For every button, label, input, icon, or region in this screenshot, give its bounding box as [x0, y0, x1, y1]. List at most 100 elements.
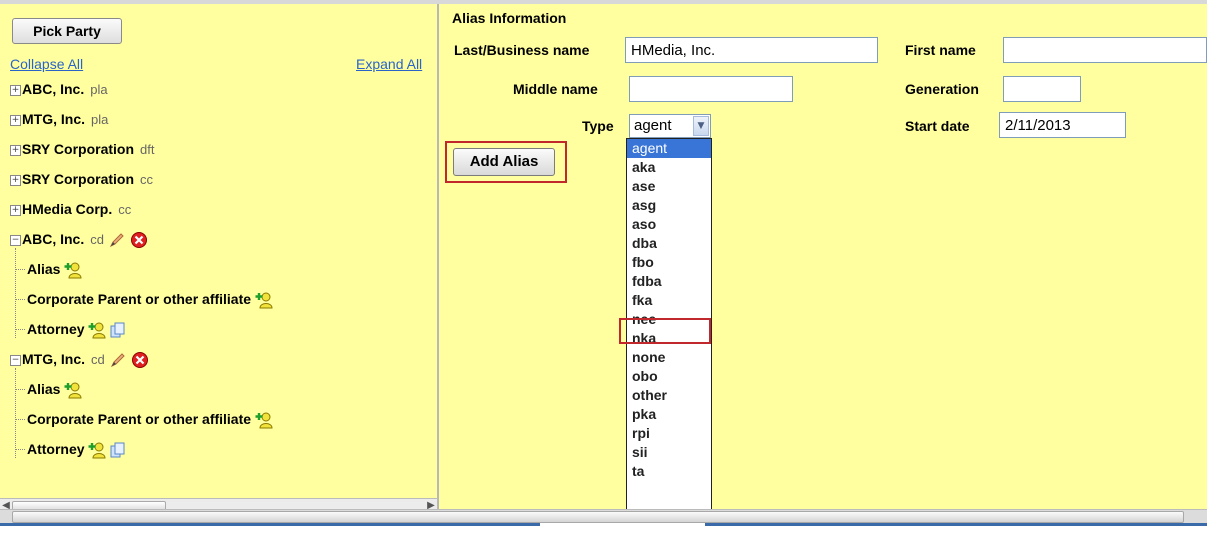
child-label: Corporate Parent or other affiliate [27, 291, 252, 307]
copy-icon[interactable] [110, 322, 126, 338]
party-role: dft [140, 142, 155, 157]
type-select[interactable]: agent ▼ [629, 114, 711, 138]
add-person-icon[interactable] [64, 381, 82, 399]
generation-input[interactable] [1003, 76, 1081, 102]
party-row[interactable]: + MTG, Inc. pla [10, 108, 108, 130]
party-name: SRY Corporation [22, 171, 135, 187]
collapse-icon[interactable]: − [10, 354, 21, 366]
add-person-icon[interactable] [88, 441, 106, 459]
type-option[interactable]: fka [627, 291, 711, 310]
type-option[interactable]: aka [627, 158, 711, 177]
add-person-icon[interactable] [255, 291, 273, 309]
bottom-bar-segment [705, 523, 1207, 526]
copy-icon[interactable] [110, 442, 126, 458]
pencil-icon[interactable] [108, 231, 126, 249]
scrollbar-thumb[interactable] [12, 511, 1184, 523]
party-row[interactable]: + ABC, Inc. pla [10, 78, 108, 100]
add-alias-button[interactable]: Add Alias [453, 148, 555, 176]
type-option[interactable]: ta [627, 462, 711, 481]
tree-connector [15, 368, 16, 458]
child-label: Attorney [27, 321, 85, 337]
add-person-icon[interactable] [88, 321, 106, 339]
type-option[interactable]: aso [627, 215, 711, 234]
alias-information-heading: Alias Information [452, 10, 567, 26]
child-label: Alias [27, 261, 61, 277]
party-row-expanded[interactable]: − ABC, Inc. cd [10, 228, 148, 250]
generation-label: Generation [905, 81, 979, 97]
tree-child-attorney[interactable]: Attorney [27, 318, 126, 340]
middle-name-label: Middle name [513, 81, 598, 97]
child-label: Alias [27, 381, 61, 397]
party-tree-pane: Pick Party Collapse All Expand All + ABC,… [0, 4, 439, 514]
type-selected-value: agent [634, 117, 672, 134]
type-option[interactable]: agent [627, 139, 711, 158]
expand-icon[interactable]: + [10, 144, 21, 156]
tree-connector [15, 299, 25, 300]
page-horizontal-scrollbar[interactable] [0, 509, 1207, 523]
type-option[interactable]: asg [627, 196, 711, 215]
type-option[interactable]: sii [627, 443, 711, 462]
tree-connector [15, 329, 25, 330]
tree-connector [15, 449, 25, 450]
tree-connector [15, 419, 25, 420]
party-name: SRY Corporation [22, 141, 135, 157]
bottom-bar-segment [0, 523, 540, 526]
type-option[interactable]: rpi [627, 424, 711, 443]
expand-icon[interactable]: + [10, 84, 21, 96]
party-row-expanded[interactable]: − MTG, Inc. cd [10, 348, 149, 370]
expand-icon[interactable]: + [10, 114, 21, 126]
expand-icon[interactable]: + [10, 204, 21, 216]
party-row[interactable]: + SRY Corporation cc [10, 168, 153, 190]
first-name-input[interactable] [1003, 37, 1207, 63]
expand-icon[interactable]: + [10, 174, 21, 186]
tree-child-corporate[interactable]: Corporate Parent or other affiliate [27, 288, 273, 310]
type-option[interactable]: ase [627, 177, 711, 196]
party-role: cc [140, 172, 154, 187]
fka-option-highlight [619, 318, 711, 344]
pick-party-button[interactable]: Pick Party [12, 18, 122, 44]
tree-child-attorney[interactable]: Attorney [27, 438, 126, 460]
tree-connector [15, 269, 25, 270]
type-option[interactable]: dba [627, 234, 711, 253]
tree-connector [15, 248, 16, 338]
type-option[interactable]: other [627, 386, 711, 405]
add-person-icon[interactable] [255, 411, 273, 429]
party-name: MTG, Inc. [22, 111, 85, 127]
expand-all-link[interactable]: Expand All [356, 56, 422, 72]
delete-icon[interactable] [131, 351, 149, 369]
party-role: cd [90, 232, 104, 247]
last-business-name-input[interactable] [625, 37, 878, 63]
type-option[interactable]: fdba [627, 272, 711, 291]
type-option[interactable]: fbo [627, 253, 711, 272]
party-role: cc [118, 202, 132, 217]
party-name: ABC, Inc. [22, 231, 85, 247]
last-business-name-label: Last/Business name [454, 42, 590, 58]
chevron-down-icon[interactable]: ▼ [693, 116, 709, 136]
collapse-all-link[interactable]: Collapse All [10, 56, 83, 72]
type-option[interactable]: none [627, 348, 711, 367]
tree-child-corporate[interactable]: Corporate Parent or other affiliate [27, 408, 273, 430]
party-role: pla [91, 112, 109, 127]
collapse-icon[interactable]: − [10, 234, 21, 246]
start-date-input[interactable] [999, 112, 1126, 138]
tree-child-alias[interactable]: Alias [27, 258, 82, 280]
pencil-icon[interactable] [109, 351, 127, 369]
add-person-icon[interactable] [64, 261, 82, 279]
type-option[interactable]: obo [627, 367, 711, 386]
party-row[interactable]: + HMedia Corp. cc [10, 198, 131, 220]
tree-connector [15, 389, 25, 390]
first-name-label: First name [905, 42, 976, 58]
party-row[interactable]: + SRY Corporation dft [10, 138, 154, 160]
party-role: pla [90, 82, 108, 97]
middle-name-input[interactable] [629, 76, 793, 102]
child-label: Corporate Parent or other affiliate [27, 411, 252, 427]
party-name: HMedia Corp. [22, 201, 113, 217]
bottom-strip [0, 523, 1207, 537]
delete-icon[interactable] [130, 231, 148, 249]
start-date-label: Start date [905, 118, 970, 134]
child-label: Attorney [27, 441, 85, 457]
tree-child-alias[interactable]: Alias [27, 378, 82, 400]
type-label: Type [582, 118, 614, 134]
type-option[interactable]: pka [627, 405, 711, 424]
party-role: cd [91, 352, 105, 367]
